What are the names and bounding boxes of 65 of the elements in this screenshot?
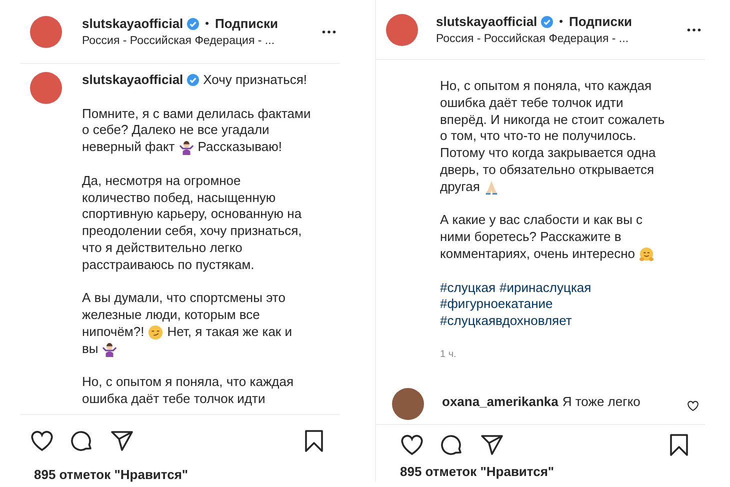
caption-text: нипочём?! <box>82 324 144 341</box>
shrugging-woman-emoji-icon <box>102 342 118 357</box>
bookmark-icon[interactable] <box>667 433 691 457</box>
username-link[interactable]: slutskayaofficial <box>82 72 184 89</box>
caption-text: Да, несмотря на огромное <box>82 172 241 190</box>
share-paper-plane-icon[interactable] <box>480 433 504 457</box>
caption-text: комментариях, очень интересно <box>440 246 635 263</box>
caption-text: дверь, то обязательно открывается <box>440 162 654 179</box>
caption-text: количество побед, насыщенную <box>82 190 276 206</box>
avatar[interactable] <box>30 72 62 104</box>
hugging-face-emoji-icon <box>639 246 654 262</box>
praying-hands-emoji-icon <box>484 180 499 195</box>
caption-text: вы <box>82 340 98 358</box>
caption-text: вперёд. И никогда не стоит сожалеть <box>440 112 665 128</box>
separator-dot: • <box>559 16 564 28</box>
more-options-icon[interactable] <box>687 28 701 32</box>
hashtag-link[interactable]: #слуцкая <box>440 280 496 296</box>
avatar[interactable] <box>392 388 424 420</box>
caption-text: расстраиваюсь по пустякам. <box>82 256 254 274</box>
location-link[interactable]: Россия - Российская Федерация - ... <box>436 33 687 45</box>
more-options-icon[interactable] <box>322 30 336 34</box>
caption-text: железные люди, которым все <box>82 307 260 324</box>
avatar[interactable] <box>30 16 62 48</box>
hashtag-link[interactable]: #фигурноекатание <box>440 296 553 314</box>
bookmark-icon[interactable] <box>302 429 326 453</box>
hashtag-link[interactable]: #иринаслуцкая <box>500 280 592 296</box>
like-heart-icon[interactable] <box>400 433 424 457</box>
caption-text: Помните, я с вами делилась фактами <box>82 106 311 122</box>
likes-count[interactable]: 895 отметок "Нравится" <box>20 461 340 487</box>
username-link[interactable]: oxana_amerikanka <box>442 394 558 410</box>
smirking-face-emoji-icon <box>148 324 164 340</box>
comment-icon[interactable] <box>440 433 464 457</box>
shrugging-woman-emoji-icon <box>178 140 194 156</box>
following-button[interactable]: Подписки <box>569 14 632 29</box>
caption-text: спортивную карьеру, основанную на <box>82 206 302 224</box>
caption-text: преодолении себя, хочу признаться, <box>82 223 302 240</box>
following-button[interactable]: Подписки <box>215 16 278 31</box>
caption-text: Потому что когда закрывается одна <box>440 145 656 162</box>
caption-text: А какие у вас слабости и как вы с <box>440 212 643 230</box>
caption-text: Но, с опытом я поняла, что каждая <box>440 78 652 95</box>
caption-text: что я действительно легко <box>82 240 242 257</box>
caption-text: ошибка даёт тебе толчок идти <box>440 94 624 112</box>
caption-text: ошибка даёт тебе толчок идти <box>82 391 266 408</box>
share-paper-plane-icon[interactable] <box>110 429 134 453</box>
caption-text: Но, с опытом я поняла, что каждая <box>82 374 294 392</box>
caption-text: другая <box>440 178 480 196</box>
like-comment-heart-icon[interactable] <box>687 400 699 412</box>
avatar[interactable] <box>386 14 418 46</box>
caption-text: о себе? Далеко не все угадали <box>82 122 270 140</box>
caption-text: о том, что что-то не получилось. <box>440 128 636 146</box>
separator-dot: • <box>205 18 210 30</box>
caption-text: Нет, я такая же как и <box>167 324 292 341</box>
hashtag-link[interactable]: #слуцкаявдохновляет <box>440 313 572 330</box>
caption-text: А вы думали, что спортсмены это <box>82 290 286 308</box>
likes-count[interactable]: 895 отметок "Нравится" <box>375 461 705 482</box>
caption-text: ними боретесь? Расскажите в <box>440 229 622 246</box>
username-link[interactable]: slutskayaofficial <box>436 14 538 29</box>
comment-icon[interactable] <box>70 429 94 453</box>
comment-text: Я тоже легко <box>562 394 640 410</box>
location-link[interactable]: Россия - Российская Федерация - ... <box>82 35 322 47</box>
like-heart-icon[interactable] <box>30 429 54 453</box>
caption-text: неверный факт <box>82 139 175 156</box>
username-link[interactable]: slutskayaofficial <box>82 16 184 31</box>
caption-text: Хочу признаться! <box>203 72 308 89</box>
caption-text: Рассказываю! <box>198 139 282 156</box>
